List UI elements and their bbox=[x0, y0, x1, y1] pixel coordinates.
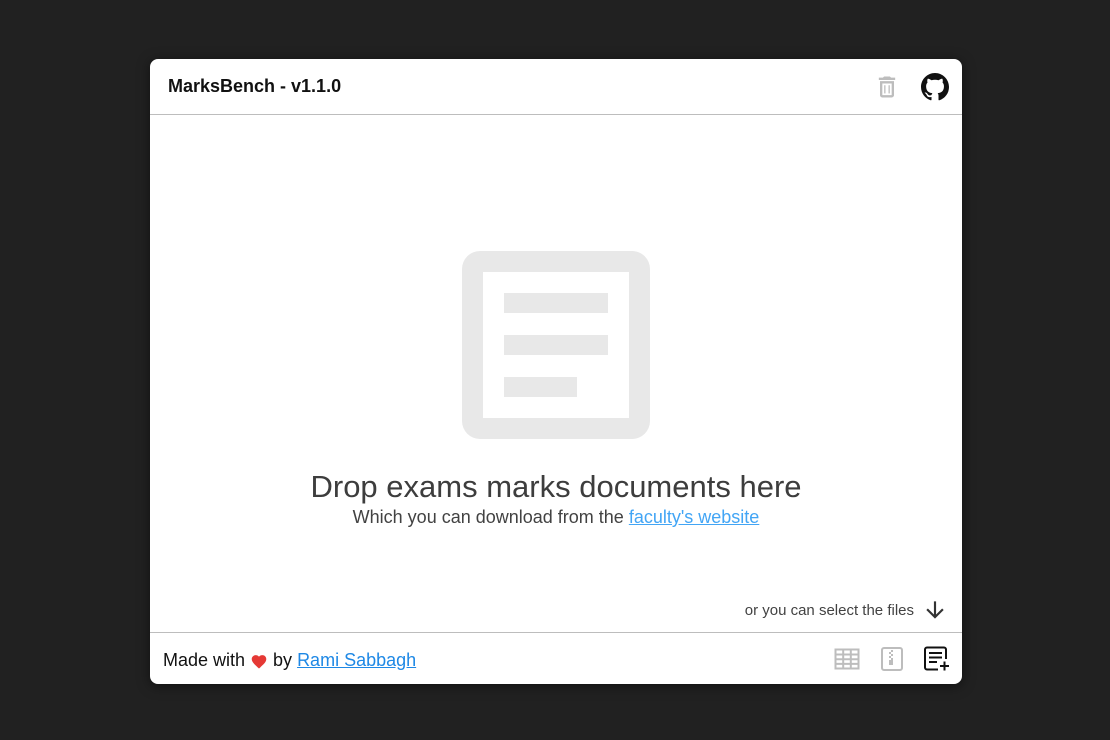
arrow-down-icon bbox=[926, 601, 944, 619]
zip-icon bbox=[881, 647, 903, 671]
select-files-hint: or you can select the files bbox=[745, 597, 948, 623]
app-footer: Made with by Rami Sabbagh bbox=[150, 632, 962, 684]
drop-subtitle: Which you can download from the faculty'… bbox=[150, 507, 962, 528]
github-button[interactable] bbox=[921, 73, 949, 101]
table-icon bbox=[834, 648, 860, 670]
app-header: MarksBench - v1.1.0 bbox=[150, 59, 962, 115]
add-documents-button[interactable] bbox=[923, 645, 951, 673]
export-zip-button[interactable] bbox=[878, 645, 906, 673]
credits: Made with by Rami Sabbagh bbox=[163, 650, 416, 671]
select-files-text: or you can select the files bbox=[744, 601, 914, 619]
drop-title: Drop exams marks documents here bbox=[310, 469, 802, 504]
drop-subtitle-text: Which you can download from the bbox=[352, 507, 629, 527]
export-table-button[interactable] bbox=[833, 645, 861, 673]
clear-button[interactable] bbox=[873, 73, 901, 101]
author-link[interactable]: Rami Sabbagh bbox=[297, 650, 416, 671]
drop-zone[interactable]: Drop exams marks documents here Which yo… bbox=[150, 115, 962, 632]
github-icon bbox=[921, 73, 949, 101]
by-text: by bbox=[273, 650, 293, 670]
app-title: MarksBench - v1.1.0 bbox=[168, 76, 342, 96]
document-icon bbox=[462, 251, 650, 439]
add-document-icon bbox=[924, 646, 949, 671]
app-window: MarksBench - v1.1.0 Drop exams marks doc… bbox=[150, 59, 962, 684]
faculty-website-link[interactable]: faculty's website bbox=[629, 507, 760, 527]
trash-icon bbox=[878, 76, 896, 98]
made-with-text: Made with bbox=[163, 650, 246, 670]
heart-icon bbox=[251, 654, 267, 669]
